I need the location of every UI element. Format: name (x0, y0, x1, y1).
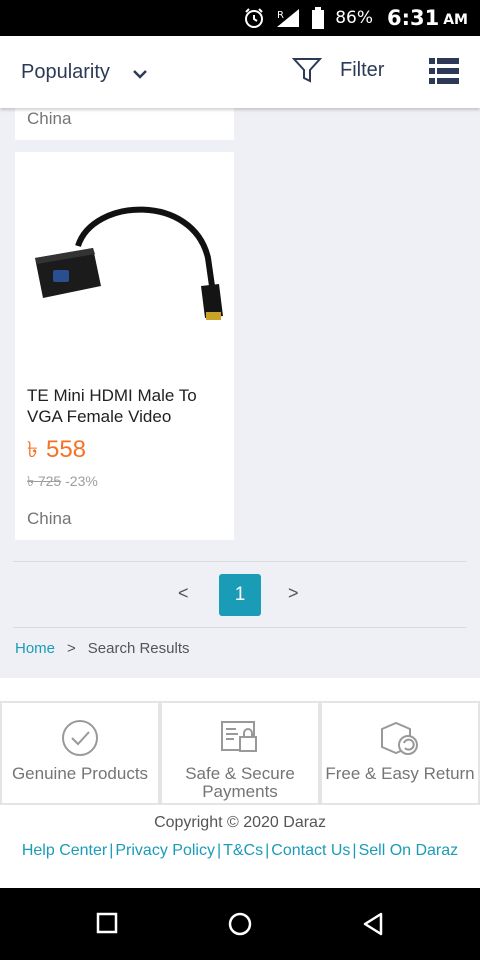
sell-on-daraz-link[interactable]: Sell On Daraz (359, 842, 459, 859)
prev-page-button[interactable]: < (178, 583, 189, 604)
next-page-button[interactable]: > (288, 583, 299, 604)
current-page-button[interactable]: 1 (219, 574, 261, 616)
copyright-text: Copyright © 2020 Daraz (154, 814, 326, 831)
help-center-link[interactable]: Help Center (22, 842, 107, 859)
product-origin: China (27, 509, 72, 528)
breadcrumb-current: Search Results (87, 640, 190, 657)
back-icon[interactable] (362, 912, 384, 941)
pagination: < 1 > (0, 574, 480, 616)
divider (13, 627, 466, 628)
breadcrumb-separator: > (67, 640, 76, 657)
feature-tiles: Genuine Products Safe & Secure Payments … (0, 701, 480, 805)
product-image[interactable] (23, 198, 228, 333)
breadcrumb: Home > Search Results (15, 640, 190, 657)
chevron-down-icon (132, 62, 148, 85)
sort-label: Popularity (21, 61, 110, 83)
footer: Genuine Products Safe & Secure Payments … (0, 678, 480, 888)
list-view-icon[interactable] (429, 58, 459, 89)
battery-icon (311, 7, 325, 29)
alarm-icon (243, 7, 265, 29)
divider (13, 561, 466, 562)
clock-time: 6:31 (386, 6, 440, 30)
footer-links: Help Center | Privacy Policy | T&Cs | Contact … (21, 842, 459, 859)
status-bar: R 86% 6:31 AM (0, 0, 480, 36)
feature-tile-free-return[interactable]: Free & Easy Return (320, 701, 480, 805)
filter-icon (292, 58, 322, 83)
battery-percent: 86% (335, 8, 373, 28)
feature-label: Free & Easy Return (325, 764, 475, 783)
sort-dropdown[interactable]: Popularity (21, 60, 148, 85)
secure-payment-icon (220, 713, 260, 763)
terms-link[interactable]: T&Cs (223, 842, 263, 859)
product-origin: China (27, 109, 72, 128)
contact-us-link[interactable]: Contact Us (271, 842, 350, 859)
feature-label: Safe & Secure Payments (185, 764, 295, 801)
original-price: ৳ 725 (27, 473, 62, 489)
feature-label: Genuine Products (11, 764, 149, 783)
sort-filter-toolbar: Popularity Filter (0, 36, 480, 108)
feature-tile-genuine[interactable]: Genuine Products (0, 701, 160, 805)
product-card[interactable]: TE Mini HDMI Male To VGA Female Video ৳ … (15, 152, 234, 540)
home-icon[interactable] (228, 912, 252, 941)
price-currency: ৳ (27, 437, 38, 462)
filter-button[interactable]: Filter (292, 56, 384, 84)
check-badge-icon (61, 713, 99, 763)
discount-percent: -23% (65, 473, 98, 489)
feature-tile-secure-payments[interactable]: Safe & Secure Payments (160, 701, 320, 805)
original-price-row: ৳ 725 -23% (27, 470, 98, 494)
system-navigation-bar (0, 888, 480, 960)
privacy-policy-link[interactable]: Privacy Policy (115, 842, 215, 859)
product-price: ৳ 558 (27, 433, 86, 470)
recent-apps-icon[interactable] (96, 912, 118, 939)
price-value: 558 (45, 436, 87, 463)
breadcrumb-home-link[interactable]: Home (15, 640, 55, 657)
return-box-icon (380, 713, 420, 763)
svg-text:R: R (277, 10, 284, 21)
product-title[interactable]: TE Mini HDMI Male To VGA Female Video (27, 385, 227, 427)
clock-ampm: AM (443, 12, 468, 28)
signal-icon: R (275, 7, 301, 29)
filter-label: Filter (340, 58, 385, 81)
